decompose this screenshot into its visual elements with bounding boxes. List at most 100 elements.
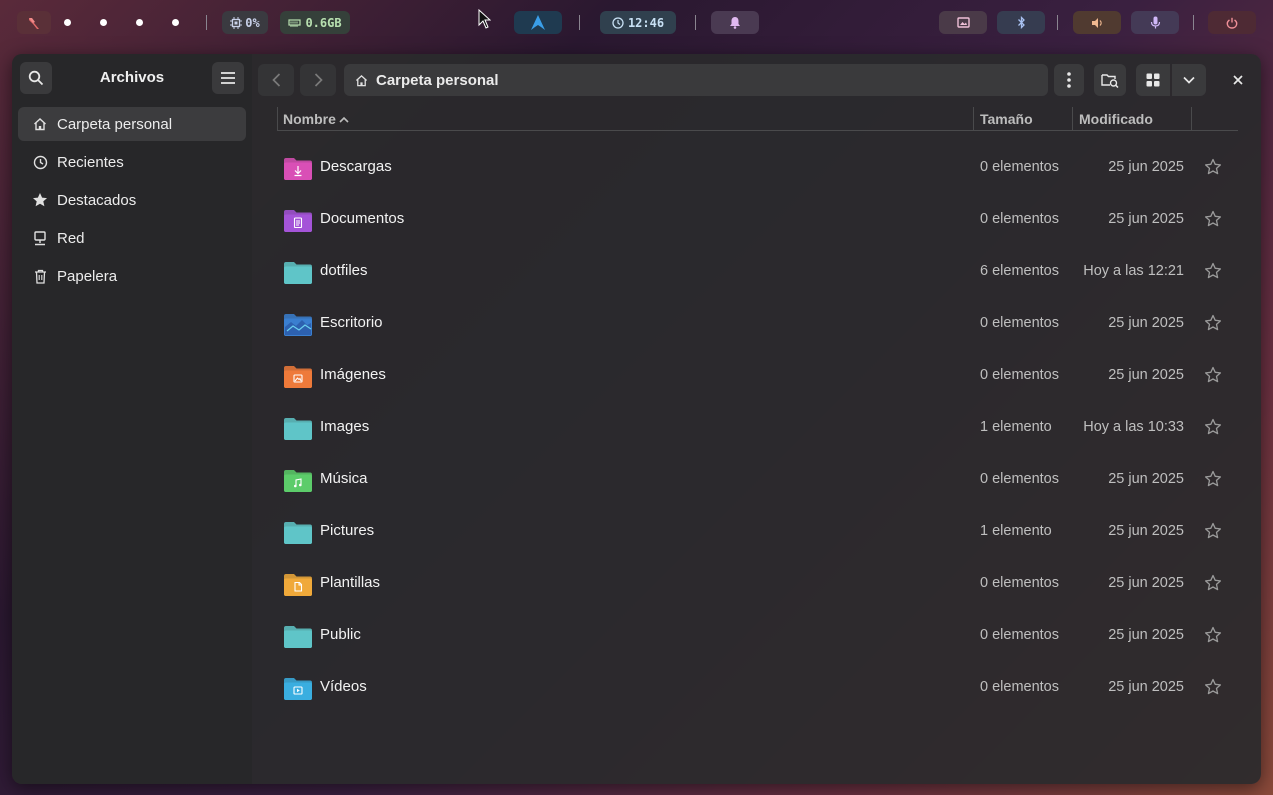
file-size: 0 elementos	[980, 471, 1059, 487]
main-menu-button[interactable]	[212, 62, 244, 94]
file-size: 0 elementos	[980, 315, 1059, 331]
ram-usage-text: 0.6GB	[305, 15, 342, 30]
power-button[interactable]	[1208, 11, 1256, 34]
star-icon[interactable]	[1204, 522, 1222, 540]
file-modified: 25 jun 2025	[1108, 367, 1184, 383]
column-header-size[interactable]: Tamaño	[980, 107, 1033, 131]
file-row[interactable]: Música 0 elementos 25 jun 2025	[277, 455, 1238, 507]
file-row[interactable]: Descargas 0 elementos 25 jun 2025	[277, 143, 1238, 195]
close-icon	[1233, 75, 1243, 85]
file-name: Documentos	[320, 210, 405, 227]
folder-document-icon	[284, 210, 312, 232]
star-icon[interactable]	[1204, 574, 1222, 592]
folder-menu-button[interactable]	[1054, 64, 1084, 96]
file-size: 0 elementos	[980, 211, 1059, 227]
view-toggle-button[interactable]	[1136, 64, 1170, 96]
folder-desktop-icon	[284, 314, 312, 336]
app-logo-icon	[29, 17, 39, 29]
file-modified: 25 jun 2025	[1108, 627, 1184, 643]
file-name: Public	[320, 626, 361, 643]
separator	[579, 15, 580, 30]
close-button[interactable]	[1222, 64, 1254, 96]
home-icon	[32, 116, 48, 132]
sidebar-item-carpeta-personal[interactable]: Carpeta personal	[18, 107, 246, 141]
folder-none-icon	[284, 626, 312, 648]
star-icon[interactable]	[1204, 314, 1222, 332]
forward-button[interactable]	[300, 64, 336, 96]
folder-video-icon	[284, 678, 312, 700]
star-icon[interactable]	[1204, 262, 1222, 280]
distro-button[interactable]	[514, 11, 562, 34]
separator	[695, 15, 696, 30]
location-bar[interactable]: Carpeta personal	[344, 64, 1048, 96]
file-modified: 25 jun 2025	[1108, 159, 1184, 175]
sidebar-item-label: Red	[57, 229, 85, 247]
app-launcher-button[interactable]	[17, 11, 51, 34]
main-content: Carpeta personal Nombre Tamaño Modificad…	[252, 54, 1261, 784]
bluetooth-button[interactable]	[997, 11, 1045, 34]
file-row[interactable]: dotfiles 6 elementos Hoy a las 12:21	[277, 247, 1238, 299]
top-panel: 0% 0.6GB 12:46	[0, 0, 1273, 44]
file-row[interactable]: Plantillas 0 elementos 25 jun 2025	[277, 559, 1238, 611]
separator	[206, 15, 207, 30]
file-name: Imágenes	[320, 366, 386, 383]
microphone-button[interactable]	[1131, 11, 1179, 34]
file-row[interactable]: Escritorio 0 elementos 25 jun 2025	[277, 299, 1238, 351]
file-name: Plantillas	[320, 574, 381, 591]
file-row[interactable]: Images 1 elemento Hoy a las 10:33	[277, 403, 1238, 455]
file-row[interactable]: Public 0 elementos 25 jun 2025	[277, 611, 1238, 663]
workspace-3-dot[interactable]	[136, 19, 143, 26]
column-header-label: Nombre	[283, 111, 336, 127]
notifications-button[interactable]	[711, 11, 759, 34]
ram-widget[interactable]: 0.6GB	[280, 11, 350, 34]
file-row[interactable]: Vídeos 0 elementos 25 jun 2025	[277, 663, 1238, 715]
sidebar-item-red[interactable]: Red	[18, 221, 246, 255]
column-header-name[interactable]: Nombre	[283, 107, 349, 131]
file-row[interactable]: Pictures 1 elemento 25 jun 2025	[277, 507, 1238, 559]
workspace-4-dot[interactable]	[172, 19, 179, 26]
cpu-widget[interactable]: 0%	[222, 11, 268, 34]
star-icon[interactable]	[1204, 678, 1222, 696]
star-icon[interactable]	[1204, 626, 1222, 644]
sidebar-item-destacados[interactable]: Destacados	[18, 183, 246, 217]
cpu-usage-text: 0%	[245, 15, 260, 30]
folder-none-icon	[284, 522, 312, 544]
view-options-button[interactable]	[1172, 64, 1206, 96]
sidebar-item-papelera[interactable]: Papelera	[18, 259, 246, 293]
location-path: Carpeta personal	[376, 71, 499, 89]
star-icon[interactable]	[1204, 210, 1222, 228]
column-divider	[277, 107, 278, 131]
star-icon[interactable]	[1204, 418, 1222, 436]
sidebar-item-recientes[interactable]: Recientes	[18, 145, 246, 179]
clock-text: 12:46	[627, 15, 665, 30]
volume-icon	[1091, 17, 1102, 28]
workspace-1-dot[interactable]	[64, 19, 71, 26]
star-icon	[32, 192, 48, 208]
workspace-2-dot[interactable]	[100, 19, 107, 26]
file-size: 0 elementos	[980, 367, 1059, 383]
chevron-down-icon	[1183, 76, 1195, 84]
file-row[interactable]: Documentos 0 elementos 25 jun 2025	[277, 195, 1238, 247]
file-name: Vídeos	[320, 678, 367, 695]
file-size: 0 elementos	[980, 575, 1059, 591]
app-title: Archivos	[99, 69, 165, 86]
folder-template-icon	[284, 574, 312, 596]
screenshot-button[interactable]	[939, 11, 987, 34]
clock-widget[interactable]: 12:46	[600, 11, 676, 34]
column-divider	[1072, 107, 1073, 131]
star-icon[interactable]	[1204, 470, 1222, 488]
column-header-modified[interactable]: Modificado	[1079, 107, 1153, 131]
search-in-folder-button[interactable]	[1094, 64, 1126, 96]
folder-none-icon	[284, 418, 312, 440]
column-header-label: Tamaño	[980, 111, 1033, 127]
volume-button[interactable]	[1073, 11, 1121, 34]
star-icon[interactable]	[1204, 158, 1222, 176]
sidebar-item-label: Papelera	[57, 267, 118, 285]
star-icon[interactable]	[1204, 366, 1222, 384]
search-button[interactable]	[20, 62, 52, 94]
back-button[interactable]	[258, 64, 294, 96]
file-name: Música	[320, 470, 368, 487]
folder-search-icon	[1101, 74, 1119, 88]
file-row[interactable]: Imágenes 0 elementos 25 jun 2025	[277, 351, 1238, 403]
folder-none-icon	[284, 262, 312, 284]
